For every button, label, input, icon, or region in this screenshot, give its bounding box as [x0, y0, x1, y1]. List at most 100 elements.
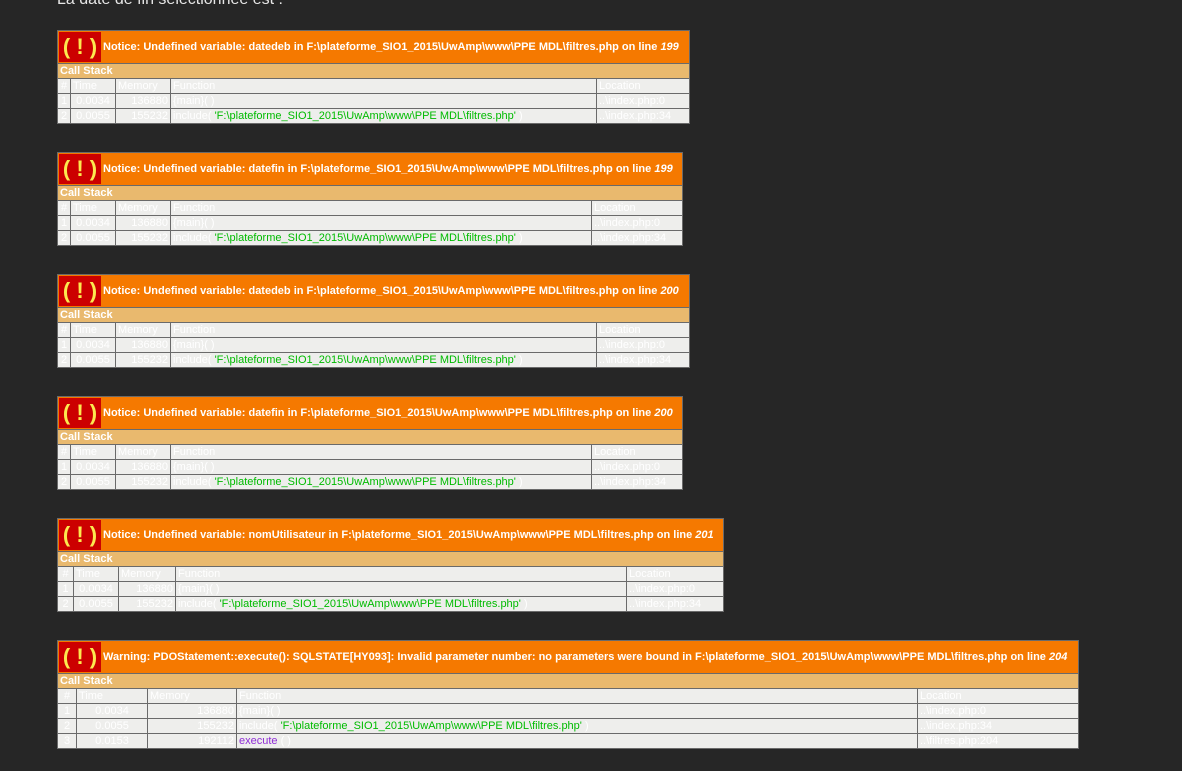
call-stack-header: Call Stack [58, 552, 723, 566]
frame-memory: 155232 [116, 475, 170, 489]
function-argument: 'F:\plateforme_SIO1_2015\UwAmp\www\PPE M… [214, 354, 516, 366]
frame-memory: 136880 [119, 582, 175, 596]
frame-memory: 136880 [116, 94, 170, 108]
column-header-memory: Memory [116, 201, 170, 215]
frame-number: 2 [58, 353, 70, 367]
error-message: Notice: Undefined variable: datedeb in F… [103, 41, 661, 53]
error-block: ( ! ) Notice: Undefined variable: datedeb… [57, 30, 690, 124]
frame-memory: 155232 [148, 719, 236, 733]
error-block: ( ! ) Notice: Undefined variable: datefin… [57, 152, 683, 246]
error-message-bar: ( ! ) Notice: Undefined variable: datedeb… [58, 275, 689, 307]
frame-number: 1 [58, 582, 73, 596]
call-stack-header: Call Stack [58, 430, 682, 444]
function-name: {main}( ) [173, 461, 215, 473]
error-message: Notice: Undefined variable: datedeb in F… [103, 285, 661, 297]
function-name: include( [178, 598, 220, 610]
call-stack-column-headers: # Time Memory Function Location [58, 445, 682, 459]
function-name: include( [173, 232, 215, 244]
column-header-location: Location [627, 567, 723, 581]
frame-time: 0.0055 [71, 109, 115, 123]
error-line-number: 200 [654, 407, 673, 419]
frame-time: 0.0055 [71, 231, 115, 245]
function-name: execute [239, 735, 278, 747]
frame-memory: 136880 [116, 338, 170, 352]
column-header-number: # [58, 79, 70, 93]
frame-location: ..\index.php:34 [918, 719, 1078, 733]
table-row: 1 0.0034 136880 {main}( ) ..\index.php:0 [58, 582, 723, 596]
frame-memory: 155232 [116, 109, 170, 123]
column-header-number: # [58, 445, 70, 459]
frame-function: include( 'F:\plateforme_SIO1_2015\UwAmp\… [176, 597, 626, 611]
exclamation-icon: ( ! ) [59, 642, 101, 672]
frame-function: include( 'F:\plateforme_SIO1_2015\UwAmp\… [237, 719, 917, 733]
column-header-memory: Memory [148, 689, 236, 703]
function-argument: 'F:\plateforme_SIO1_2015\UwAmp\www\PPE M… [214, 110, 516, 122]
frame-location: ..\index.php:0 [592, 216, 682, 230]
function-argument: 'F:\plateforme_SIO1_2015\UwAmp\www\PPE M… [214, 232, 516, 244]
exclamation-icon: ( ! ) [59, 32, 101, 62]
column-header-function: Function [237, 689, 917, 703]
function-name: {main}( ) [178, 583, 220, 595]
column-header-location: Location [592, 445, 682, 459]
function-name: {main}( ) [173, 217, 215, 229]
function-close: ) [515, 476, 523, 488]
table-row: 2 0.0055 155232 include( 'F:\plateforme_SIO… [58, 475, 682, 489]
column-header-time: Time [74, 567, 118, 581]
frame-number: 2 [58, 475, 70, 489]
table-row: 1 0.0034 136880 {main}( ) ..\index.php:0 [58, 94, 689, 108]
table-row: 1 0.0034 136880 {main}( ) ..\index.php:0 [58, 704, 1078, 718]
frame-time: 0.0034 [71, 460, 115, 474]
function-name: include( [173, 476, 215, 488]
frame-number: 1 [58, 216, 70, 230]
frame-location: ..\index.php:34 [592, 475, 682, 489]
frame-number: 1 [58, 704, 76, 718]
column-header-location: Location [597, 323, 689, 337]
frame-function: include( 'F:\plateforme_SIO1_2015\UwAmp\… [171, 109, 596, 123]
frame-function: include( 'F:\plateforme_SIO1_2015\UwAmp\… [171, 353, 596, 367]
call-stack-column-headers: # Time Memory Function Location [58, 567, 723, 581]
frame-location: ..\index.php:0 [597, 94, 689, 108]
table-row: 2 0.0055 155232 include( 'F:\plateforme_SIO… [58, 719, 1078, 733]
function-close: ) [515, 110, 523, 122]
error-message: Warning: PDOStatement::execute(): SQLSTA… [103, 651, 1049, 663]
frame-time: 0.0034 [71, 338, 115, 352]
function-argument: 'F:\plateforme_SIO1_2015\UwAmp\www\PPE M… [214, 476, 516, 488]
call-stack-header: Call Stack [58, 186, 682, 200]
function-name: include( [239, 720, 281, 732]
frame-time: 0.0055 [77, 719, 147, 733]
frame-location: ..\index.php:0 [918, 704, 1078, 718]
frame-function: execute ( ) [237, 734, 917, 748]
function-name: include( [173, 110, 215, 122]
frame-number: 2 [58, 597, 73, 611]
frame-memory: 192112 [148, 734, 236, 748]
error-message-bar: ( ! ) Notice: Undefined variable: datefin… [58, 153, 682, 185]
error-line-number: 201 [695, 529, 714, 541]
exclamation-icon: ( ! ) [59, 276, 101, 306]
exclamation-icon: ( ! ) [59, 398, 101, 428]
column-header-location: Location [597, 79, 689, 93]
table-row: 1 0.0034 136880 {main}( ) ..\index.php:0 [58, 460, 682, 474]
frame-location: ..\index.php:34 [597, 353, 689, 367]
frame-time: 0.0055 [71, 353, 115, 367]
call-stack-header: Call Stack [58, 64, 689, 78]
column-header-function: Function [171, 79, 596, 93]
frame-time: 0.0034 [77, 704, 147, 718]
frame-location: ..\index.php:0 [592, 460, 682, 474]
frame-time: 0.0034 [71, 94, 115, 108]
table-row: 2 0.0055 155232 include( 'F:\plateforme_SIO… [58, 353, 689, 367]
function-close: ) [515, 232, 523, 244]
frame-memory: 155232 [116, 231, 170, 245]
error-block: ( ! ) Notice: Undefined variable: nomUtil… [57, 518, 724, 612]
call-stack-header: Call Stack [58, 308, 689, 322]
function-name: {main}( ) [173, 95, 215, 107]
function-argument: 'F:\plateforme_SIO1_2015\UwAmp\www\PPE M… [219, 598, 521, 610]
frame-memory: 155232 [116, 353, 170, 367]
column-header-memory: Memory [119, 567, 175, 581]
function-name: {main}( ) [239, 705, 281, 717]
call-stack-column-headers: # Time Memory Function Location [58, 201, 682, 215]
error-line-number: 204 [1048, 651, 1068, 663]
error-line-number: 199 [654, 163, 673, 175]
column-header-memory: Memory [116, 323, 170, 337]
frame-location: ..\index.php:34 [627, 597, 723, 611]
column-header-time: Time [71, 201, 115, 215]
